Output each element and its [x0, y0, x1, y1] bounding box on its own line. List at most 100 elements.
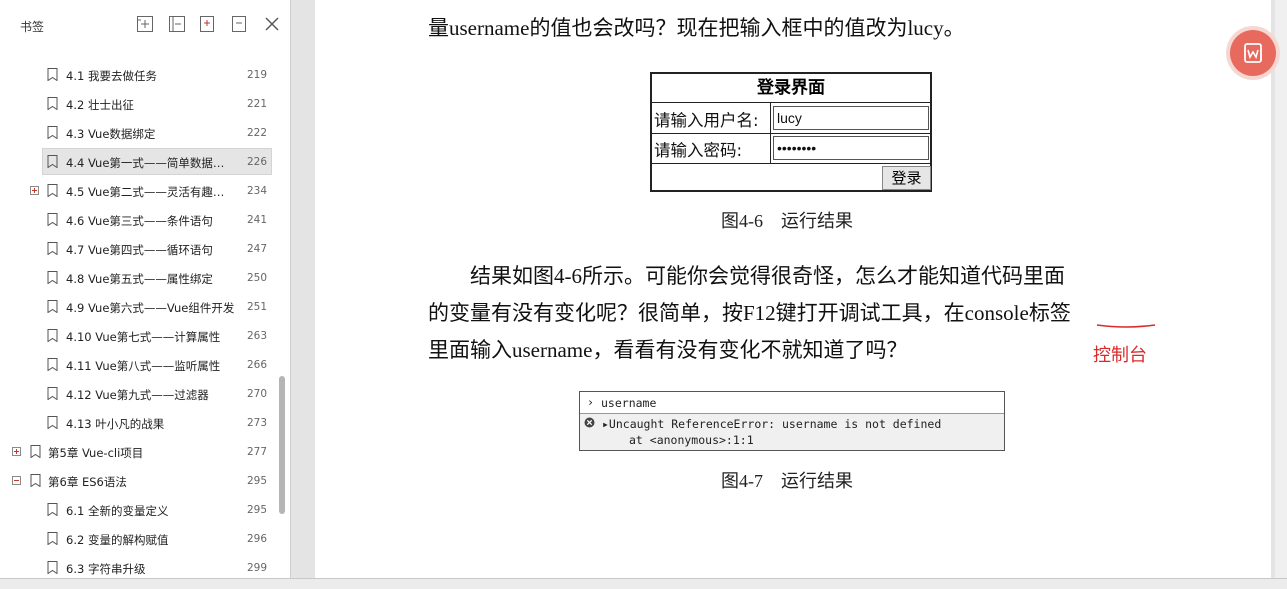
bookmark-icon[interactable]: [198, 15, 216, 33]
bookmark-item[interactable]: 4.4 Vue第一式——简单数据… 226: [0, 147, 282, 176]
status-bar: [0, 578, 1287, 589]
bookmark-item[interactable]: 6.2 变量的解构赋值 296: [0, 524, 282, 553]
expand-icon[interactable]: [12, 447, 21, 456]
close-icon[interactable]: [263, 15, 281, 33]
bookmark-item[interactable]: 4.8 Vue第五式——属性绑定 250: [0, 263, 282, 292]
bookmark-page-number: 277: [247, 446, 268, 458]
paragraph-line: 里面输入username，看看有没有变化不就知道了吗？: [428, 338, 908, 362]
bookmark-icon: [47, 184, 58, 197]
bookmark-icon: [47, 126, 58, 139]
bookmark-label: 4.5 Vue第二式——灵活有趣…: [66, 185, 225, 199]
console-input-text: username: [601, 396, 657, 410]
bookmark-item[interactable]: 4.2 壮士出征 221: [0, 89, 282, 118]
password-input: ••••••••: [773, 136, 929, 160]
bookmark-list: 4.1 我要去做任务 219 4.2 壮士出征 221 4.3 Vue数据绑定 222 4.…: [0, 60, 282, 582]
collapse-bookmark-icon[interactable]: [230, 15, 248, 33]
bookmark-page-number: 296: [247, 533, 268, 545]
bookmark-label: 4.9 Vue第六式——Vue组件开发: [66, 301, 235, 315]
document-scrollbar[interactable]: [1275, 0, 1287, 578]
expand-bookmark-icon[interactable]: [168, 15, 186, 33]
console-input-line: › username: [580, 392, 1004, 414]
bookmark-panel-header: 书签: [0, 0, 290, 48]
bookmark-label: 4.2 壮士出征: [66, 98, 134, 112]
password-label: 请输入密码:: [654, 141, 743, 160]
bookmark-icon: [30, 474, 41, 487]
bookmark-label: 第5章 Vue-cli项目: [48, 446, 144, 460]
divider: [770, 103, 771, 133]
bookmark-label: 6.2 变量的解构赋值: [66, 533, 169, 547]
console-error-location: at <anonymous>:1:1: [629, 433, 754, 447]
bookmark-label: 第6章 ES6语法: [48, 475, 127, 489]
bookmark-label: 6.3 字符串升级: [66, 562, 146, 576]
bookmark-page-number: 250: [247, 272, 268, 284]
add-bookmark-icon[interactable]: [136, 15, 154, 33]
annotation-text: 控制台: [1093, 345, 1147, 366]
annotation-underline: [1096, 324, 1156, 328]
bookmark-icon: [47, 329, 58, 342]
bookmark-item[interactable]: 4.6 Vue第三式——条件语句 241: [0, 205, 282, 234]
bookmark-item[interactable]: 4.13 叶小凡的战果 273: [0, 408, 282, 437]
bookmark-icon: [47, 271, 58, 284]
console-error: ▸Uncaught ReferenceError: username is no…: [580, 414, 1004, 450]
divider: [770, 133, 771, 163]
collapse-icon[interactable]: [12, 476, 21, 485]
bookmark-item[interactable]: 第6章 ES6语法 295: [0, 466, 282, 495]
bookmark-page-number: 221: [247, 98, 268, 110]
bookmark-icon: [47, 300, 58, 313]
console-error-message: ▸Uncaught ReferenceError: username is no…: [602, 417, 942, 431]
bookmark-page-number: 266: [247, 359, 268, 371]
username-input: lucy: [773, 106, 929, 130]
console-prompt: ›: [587, 395, 594, 409]
bookmark-item[interactable]: 4.10 Vue第七式——计算属性 263: [0, 321, 282, 350]
bookmark-label: 4.4 Vue第一式——简单数据…: [66, 156, 225, 170]
bookmark-icon: [47, 503, 58, 516]
bookmark-icon: [47, 242, 58, 255]
floating-action-button[interactable]: [1230, 30, 1276, 76]
bookmark-label: 4.12 Vue第九式——过滤器: [66, 388, 209, 402]
expand-icon[interactable]: [30, 186, 39, 195]
paragraph-line: 的变量有没有变化呢？很简单，按F12键打开调试工具，在console标签: [428, 301, 1071, 325]
bookmark-item[interactable]: 4.12 Vue第九式——过滤器 270: [0, 379, 282, 408]
bookmark-item[interactable]: 4.9 Vue第六式——Vue组件开发 251: [0, 292, 282, 321]
bookmark-label: 4.6 Vue第三式——条件语句: [66, 214, 213, 228]
figure-caption: 图4-6 运行结果: [721, 211, 853, 231]
bookmark-icon: [47, 561, 58, 574]
bookmark-page-number: 273: [247, 417, 268, 429]
bookmark-label: 4.7 Vue第四式——循环语句: [66, 243, 213, 257]
bookmark-page-number: 270: [247, 388, 268, 400]
bookmark-page-number: 234: [247, 185, 268, 197]
username-row: 请输入用户名: lucy: [652, 103, 930, 134]
bookmark-icon: [47, 68, 58, 81]
console-figure: › username ▸Uncaught ReferenceError: use…: [579, 391, 1005, 451]
bookmark-label: 4.8 Vue第五式——属性绑定: [66, 272, 213, 286]
bookmark-icon: [47, 213, 58, 226]
bookmark-icon: [47, 532, 58, 545]
bookmark-item[interactable]: 4.5 Vue第二式——灵活有趣… 234: [0, 176, 282, 205]
bookmark-page-number: 219: [247, 69, 268, 81]
bookmark-label: 4.11 Vue第八式——监听属性: [66, 359, 221, 373]
bookmark-page-number: 222: [247, 127, 268, 139]
username-label: 请输入用户名:: [654, 111, 759, 130]
bookmark-page-number: 251: [247, 301, 268, 313]
bookmark-item[interactable]: 4.7 Vue第四式——循环语句 247: [0, 234, 282, 263]
document-page: 量username的值也会改吗？现在把输入框中的值改为lucy。 登录界面 请输…: [315, 0, 1271, 578]
login-title: 登录界面: [652, 74, 930, 103]
bookmark-label: 6.1 全新的变量定义: [66, 504, 169, 518]
bookmark-label: 4.13 叶小凡的战果: [66, 417, 165, 431]
error-icon: [584, 417, 595, 428]
bookmark-page-number: 247: [247, 243, 268, 255]
bookmark-item[interactable]: 4.1 我要去做任务 219: [0, 60, 282, 89]
bookmark-page-number: 299: [247, 562, 268, 574]
bookmark-item[interactable]: 6.1 全新的变量定义 295: [0, 495, 282, 524]
paragraph-line: 量username的值也会改吗？现在把输入框中的值改为lucy。: [428, 16, 965, 40]
bookmark-icon: [47, 416, 58, 429]
bookmark-icon: [47, 387, 58, 400]
sidebar-scrollbar-thumb[interactable]: [279, 376, 285, 514]
login-figure: 登录界面 请输入用户名: lucy 请输入密码: •••••••• 登录: [650, 72, 932, 192]
bookmark-label: 4.10 Vue第七式——计算属性: [66, 330, 221, 344]
bookmark-item[interactable]: 4.3 Vue数据绑定 222: [0, 118, 282, 147]
bookmark-page-number: 241: [247, 214, 268, 226]
bookmark-item[interactable]: 第5章 Vue-cli项目 277: [0, 437, 282, 466]
password-row: 请输入密码: ••••••••: [652, 133, 930, 164]
bookmark-item[interactable]: 4.11 Vue第八式——监听属性 266: [0, 350, 282, 379]
